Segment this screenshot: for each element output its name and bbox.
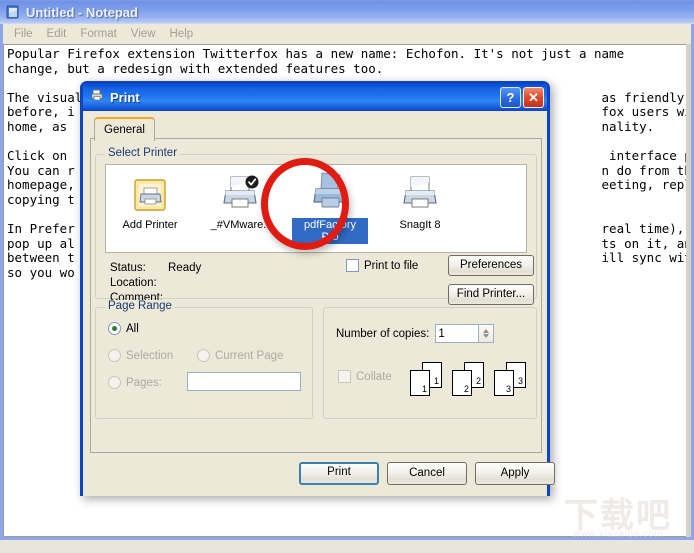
notepad-scrollbar[interactable] [686,44,691,537]
printer-label: _#VMware.. [210,219,270,231]
radio-pages: Pages: [108,376,162,389]
radio-label: All [126,322,139,335]
select-printer-group: Select Printer Add Printer _#VMware.. pd… [95,147,537,305]
printer-list[interactable]: Add Printer _#VMware.. pdfFactory Pro Sn… [105,164,527,253]
notepad-menubar: File Edit Format View Help [3,24,691,44]
radio-label: Pages: [126,376,162,389]
collate-pair: 1 1 [410,362,444,404]
printer-item-snagit-8[interactable]: SnagIt 8 [382,171,458,252]
radio-label: Current Page [215,349,284,362]
pages-input[interactable] [187,372,301,391]
radio-dot [108,322,121,335]
print-dialog: Print ? ✕ General Select Printer Add Pri… [80,81,555,496]
printer-icon [292,171,368,215]
radio-dot [197,349,210,362]
chevron-up-icon[interactable] [483,329,490,333]
collate-page: 3 [494,370,514,396]
print-to-file-checkbox[interactable]: Print to file [346,259,418,272]
cancel-button[interactable]: Cancel [387,462,467,485]
copies-group: Number of copies: Collate 1 1 [323,307,537,419]
radio-current-page: Current Page [197,349,283,362]
collate-preview: 1 1 2 2 3 3 [410,362,528,406]
checkbox-box [338,370,351,383]
print-dialog-title: Print [110,90,140,105]
print-button[interactable]: Print [299,462,379,485]
menu-help[interactable]: Help [163,26,201,42]
tab-general[interactable]: General [94,117,155,141]
printer-label: SnagIt 8 [399,219,441,231]
printer-label: Add Printer [122,219,178,231]
notepad-icon [5,4,21,20]
printer-icon [202,171,278,215]
collate-page: 2 [452,370,472,396]
printer-item-vmware[interactable]: _#VMware.. [202,171,278,252]
tabstrip: General [90,117,542,141]
radio-label: Selection [126,349,174,362]
number-of-copies-input[interactable] [435,324,480,343]
close-icon[interactable]: ✕ [523,87,544,108]
printer-icon [382,171,458,215]
print-dialog-body: General Select Printer Add Printer _#VMw… [83,111,555,496]
collate-pair: 3 3 [494,362,528,404]
checkbox-box [346,259,359,272]
menu-view[interactable]: View [124,26,163,42]
collate-pair: 2 2 [452,362,486,404]
notepad-title: Untitled - Notepad [26,4,138,20]
number-of-copies-label: Number of copies: [336,327,430,340]
print-dialog-titlebar[interactable]: Print ? ✕ [83,84,547,111]
status-value: Ready [168,261,202,274]
menu-format[interactable]: Format [73,26,123,42]
dialog-footer: Print Cancel Apply [83,454,555,496]
radio-dot [108,349,121,362]
collate-page: 1 [410,370,430,396]
printer-label: pdfFactory Pro [292,218,368,244]
radio-selection: Selection [108,349,173,362]
radio-all[interactable]: All [108,322,139,335]
number-of-copies-row: Number of copies: [336,324,495,343]
printer-item-add-printer[interactable]: Add Printer [112,171,188,252]
location-label: Location: [110,276,157,289]
copies-stepper[interactable] [479,324,495,343]
notepad-titlebar[interactable]: Untitled - Notepad [0,0,694,24]
find-printer-button[interactable]: Find Printer... [448,284,534,305]
chevron-down-icon[interactable] [483,334,490,338]
apply-button[interactable]: Apply [475,462,555,485]
radio-dot [108,376,121,389]
page-range-group: Page Range All Selection Current Page Pa… [95,300,313,419]
collate-label: Collate [356,370,392,383]
printer-icon [89,87,105,108]
printer-item-pdffactory-pro[interactable]: pdfFactory Pro [292,171,368,252]
select-printer-label: Select Printer [105,147,181,159]
collate-checkbox: Collate [338,370,392,383]
add-printer-icon [112,171,188,215]
page-range-label: Page Range [105,300,175,312]
screen: Untitled - Notepad File Edit Format View… [0,0,694,553]
menu-edit[interactable]: Edit [40,26,74,42]
preferences-button[interactable]: Preferences [448,255,534,276]
menu-file[interactable]: File [7,26,40,42]
print-to-file-label: Print to file [364,259,419,272]
help-icon[interactable]: ? [500,87,521,108]
status-label: Status: [110,261,146,274]
